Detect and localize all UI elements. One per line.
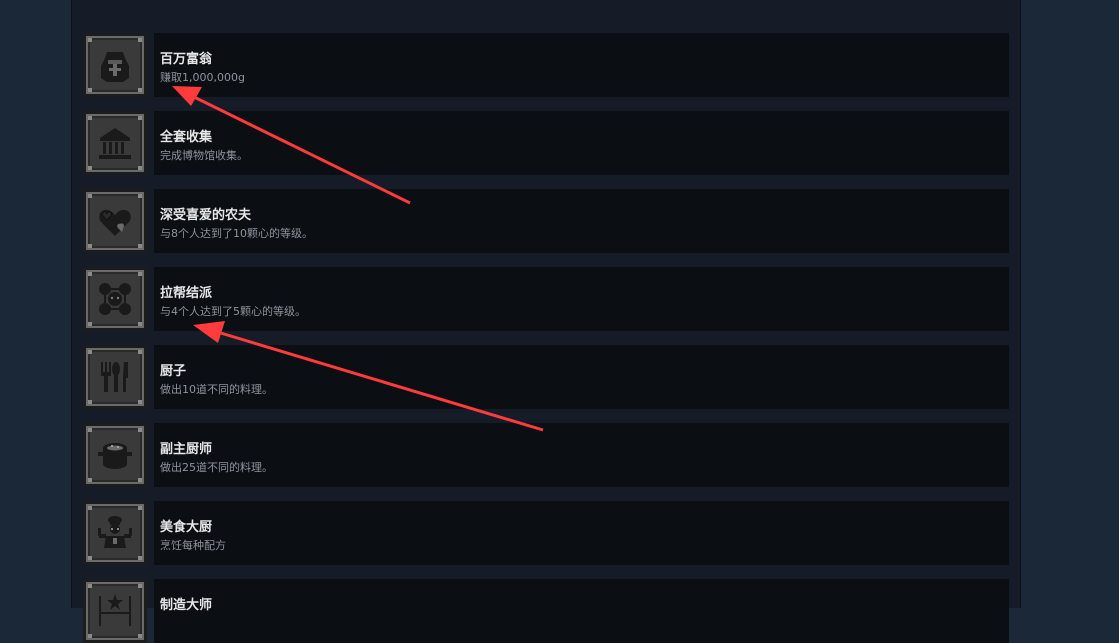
- achievement-text: 副主厨师 做出25道不同的料理。: [154, 423, 1009, 487]
- crafting-icon: [83, 579, 147, 643]
- achievement-description: 与4个人达到了5颗心的等级。: [160, 305, 306, 318]
- achievement-text: 厨子 做出10道不同的料理。: [154, 345, 1009, 409]
- achievement-title: 厨子: [160, 364, 187, 379]
- achievement-title: 副主厨师: [160, 442, 213, 457]
- achievement-row: 百万富翁 赚取1,000,000g: [83, 33, 1009, 97]
- achievement-title: 深受喜爱的农夫: [160, 208, 252, 223]
- cooking-pot-icon: [83, 423, 147, 487]
- achievement-row: 厨子 做出10道不同的料理。: [83, 345, 1009, 409]
- hearts-icon: [83, 189, 147, 253]
- achievement-row: 全套收集 完成博物馆收集。: [83, 111, 1009, 175]
- achievement-description: 做出25道不同的料理。: [160, 461, 273, 474]
- friends-group-icon: [83, 267, 147, 331]
- achievement-title: 全套收集: [160, 130, 213, 145]
- achievement-text: 美食大厨 烹饪每种配方: [154, 501, 1009, 565]
- achievement-row: 深受喜爱的农夫 与8个人达到了10颗心的等级。: [83, 189, 1009, 253]
- museum-icon: [83, 111, 147, 175]
- achievement-description: 与8个人达到了10颗心的等级。: [160, 227, 313, 240]
- achievement-text: 全套收集 完成博物馆收集。: [154, 111, 1009, 175]
- achievement-description: 完成博物馆收集。: [160, 149, 248, 162]
- achievement-title: 制造大师: [160, 598, 213, 613]
- achievement-text: 深受喜爱的农夫 与8个人达到了10颗心的等级。: [154, 189, 1009, 253]
- achievement-title: 百万富翁: [160, 52, 213, 67]
- achievement-row: 制造大师: [83, 579, 1009, 643]
- achievement-row: 拉帮结派 与4个人达到了5颗心的等级。: [83, 267, 1009, 331]
- achievement-text: 拉帮结派 与4个人达到了5颗心的等级。: [154, 267, 1009, 331]
- chef-icon: [83, 501, 147, 565]
- achievement-title: 美食大厨: [160, 520, 213, 535]
- money-bag-icon: [83, 33, 147, 97]
- utensils-icon: [83, 345, 147, 409]
- achievement-text: 制造大师: [154, 579, 1009, 643]
- achievement-description: 烹饪每种配方: [160, 539, 226, 552]
- achievement-description: 赚取1,000,000g: [160, 71, 245, 84]
- achievement-row: 美食大厨 烹饪每种配方: [83, 501, 1009, 565]
- achievement-description: 做出10道不同的料理。: [160, 383, 273, 396]
- achievement-text: 百万富翁 赚取1,000,000g: [154, 33, 1009, 97]
- achievement-title: 拉帮结派: [160, 286, 213, 301]
- achievement-row: 副主厨师 做出25道不同的料理。: [83, 423, 1009, 487]
